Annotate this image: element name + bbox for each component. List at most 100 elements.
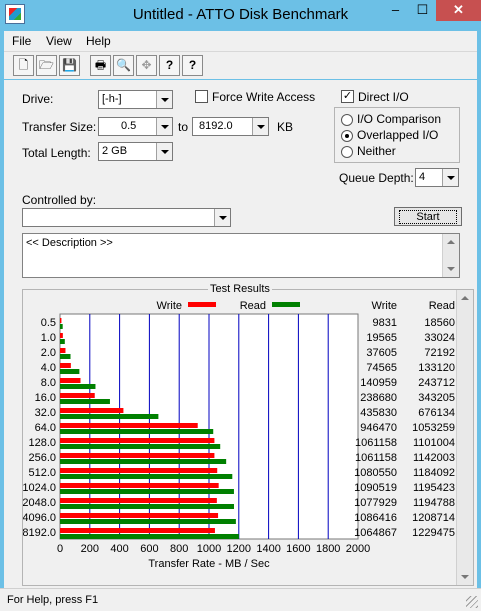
y-tick-label: 32.0 [35,407,56,419]
y-tick-label: 2.0 [41,347,56,359]
read-bar [60,519,236,524]
y-tick-label: 4.0 [41,362,56,374]
read-column-header: Read [429,300,455,312]
read-value: 243712 [418,377,455,389]
write-value: 1077929 [354,497,397,509]
direct-io-checkbox[interactable]: ✓ [341,90,354,103]
description-box[interactable]: << Description >> [22,233,460,278]
menu-help[interactable]: Help [86,34,111,48]
read-value: 343205 [418,392,455,404]
save-icon[interactable]: 💾 [59,55,80,76]
y-tick-label: 256.0 [28,452,56,464]
open-icon[interactable]: 🗁 [36,55,57,76]
kb-label: KB [277,120,294,134]
write-bar [60,453,215,458]
start-button[interactable]: Start [394,207,462,226]
read-bar [60,369,80,374]
neither-label: Neither [357,144,396,158]
write-bar [60,408,124,413]
menu-view[interactable]: View [46,34,72,48]
description-text: << Description >> [26,237,113,249]
read-bar [60,489,234,494]
chevron-down-icon[interactable] [156,91,172,108]
start-button-label: Start [399,210,457,224]
controlled-by-select[interactable] [22,208,231,227]
move-icon[interactable]: ✥ [136,55,157,76]
read-value: 18560 [424,317,455,329]
read-value: 133120 [418,362,455,374]
io-comparison-label: I/O Comparison [357,112,442,126]
scroll-up-icon[interactable] [461,296,469,300]
help-icon[interactable]: ? [159,55,180,76]
write-value: 1061158 [355,452,397,464]
write-value: 37605 [366,347,397,359]
read-bar [60,354,71,359]
legend-read-label: Read [240,300,266,312]
drive-select[interactable]: [-h-] [98,90,173,109]
read-value: 1142003 [413,452,455,464]
legend-read-swatch [272,302,300,307]
results-scrollbar[interactable] [456,290,473,585]
write-value: 140959 [360,377,397,389]
to-label: to [178,120,189,134]
write-value: 9831 [373,317,397,329]
scroll-up-icon[interactable] [447,240,455,244]
print-icon[interactable]: 🖶 [90,55,111,76]
context-help-icon[interactable]: ? [182,55,203,76]
minimize-button[interactable]: – [382,0,409,21]
read-bar [60,339,65,344]
chevron-down-icon[interactable] [252,118,268,135]
maximize-button[interactable]: ☐ [409,0,436,21]
write-value: 19565 [366,332,397,344]
status-bar: For Help, press F1 [0,588,481,611]
print-preview-icon[interactable]: 🔍 [113,55,134,76]
read-value: 1208714 [412,512,455,524]
scroll-down-icon[interactable] [461,575,469,579]
legend-write-label: Write [157,300,182,312]
y-tick-label: 64.0 [35,422,56,434]
read-bar [60,459,227,464]
write-value: 1061158 [355,437,397,449]
menu-bar: File View Help [4,31,477,51]
force-write-checkbox[interactable] [195,90,208,103]
write-value: 946470 [360,422,397,434]
read-bar [60,414,159,419]
x-tick-label: 1800 [316,543,340,555]
write-bar [60,393,95,398]
chevron-down-icon[interactable] [442,169,458,186]
total-length-select[interactable]: 2 GB [98,142,173,161]
title-bar[interactable]: Untitled - ATTO Disk Benchmark – ☐ ✕ [0,0,481,31]
read-bar [60,429,214,434]
description-scrollbar[interactable] [442,234,459,277]
overlapped-io-radio[interactable] [341,130,353,142]
test-results-group: Test Results 0.5 1.0 2.0 4.0 8.0 16.0 32.0 64.0… [22,283,474,586]
x-tick-label: 0 [57,543,63,555]
write-bar [60,438,215,443]
chevron-down-icon[interactable] [214,209,230,226]
write-bar [60,333,63,338]
transfer-to-select[interactable]: 8192.0 [192,117,269,136]
transfer-from-select[interactable]: 0.5 [98,117,173,136]
y-tick-label: 0.5 [41,317,56,329]
close-button[interactable]: ✕ [436,0,481,21]
x-tick-label: 800 [170,543,188,555]
queue-depth-select[interactable]: 4 [415,168,459,187]
io-comparison-radio[interactable] [341,114,353,126]
menu-file[interactable]: File [12,34,31,48]
neither-radio[interactable] [341,146,353,158]
results-chart: 0.5 1.0 2.0 4.0 8.0 16.0 32.0 64.0 128.0 256.0 512… [23,300,455,570]
y-tick-label: 1.0 [41,332,56,344]
write-value: 1080550 [354,467,397,479]
chevron-down-icon[interactable] [156,118,172,135]
x-tick-label: 1000 [197,543,221,555]
resize-grip-icon[interactable] [466,596,478,608]
read-bar [60,444,221,449]
chevron-down-icon[interactable] [156,143,172,160]
write-bar [60,378,81,383]
new-icon[interactable]: 🗋 [13,55,34,76]
write-value: 238680 [360,392,397,404]
y-tick-label: 16.0 [35,392,56,404]
scroll-down-icon[interactable] [447,267,455,271]
y-tick-label: 1024.0 [23,482,56,494]
read-value: 1101004 [413,437,455,449]
